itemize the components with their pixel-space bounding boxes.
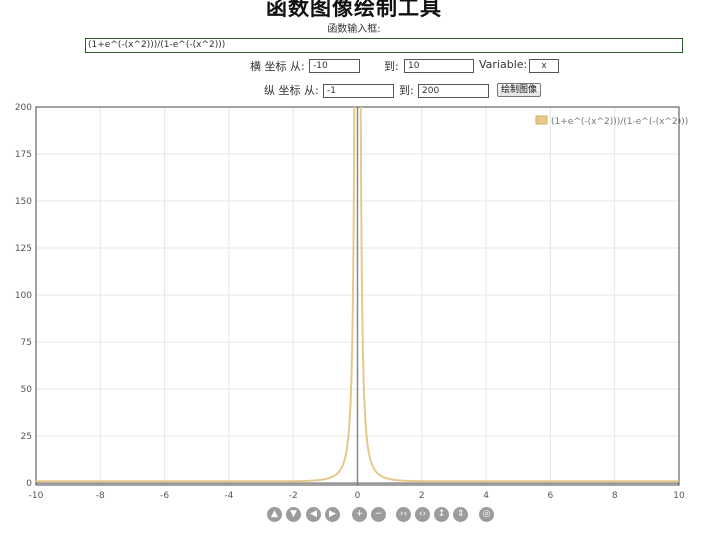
- x-range-label: 横 坐标 从:: [250, 60, 305, 73]
- zoom-in-icon[interactable]: +: [352, 507, 367, 522]
- zoom-out-icon[interactable]: −: [371, 507, 386, 522]
- x-tick-label: 6: [548, 491, 554, 501]
- x-tick-label: -4: [224, 491, 233, 501]
- x-tick-label: -8: [96, 491, 105, 501]
- y-tick-label: 0: [26, 479, 32, 489]
- y-tick-label: 125: [15, 244, 32, 254]
- zoom-x-in-icon[interactable]: ›‹: [396, 507, 411, 522]
- reset-icon[interactable]: ◎: [479, 507, 494, 522]
- zoom-y-in-icon[interactable]: ↕: [434, 507, 449, 522]
- y-from-input[interactable]: [323, 84, 394, 98]
- x-tick-label: 4: [483, 491, 489, 501]
- y-tick-label: 25: [21, 432, 32, 442]
- y-tick-label: 100: [15, 291, 32, 301]
- variable-label: Variable:: [479, 58, 528, 71]
- function-input[interactable]: [85, 38, 683, 53]
- series-curve-right: [359, 107, 679, 483]
- y-tick-label: 175: [15, 150, 32, 160]
- pan-down-icon[interactable]: ▼: [286, 507, 301, 522]
- y-to-label: 到:: [399, 84, 414, 97]
- x-tick-label: 8: [612, 491, 618, 501]
- y-to-input[interactable]: [418, 84, 489, 98]
- draw-graph-button[interactable]: 绘制图像: [497, 83, 542, 97]
- pan-right-icon[interactable]: ▶: [325, 507, 340, 522]
- page-title: 函数图像绘制工具: [266, 0, 442, 20]
- legend-swatch: [535, 115, 548, 125]
- variable-input[interactable]: [529, 59, 559, 73]
- x-from-input[interactable]: [309, 59, 360, 73]
- x-tick-label: 10: [673, 491, 685, 501]
- function-plot[interactable]: -10 -8 -6 -4 -2 0 2 4 6 8 100255075100125150175200…: [0, 100, 708, 506]
- x-to-input[interactable]: [404, 59, 474, 73]
- function-input-label: 函数输入框:: [327, 24, 381, 35]
- x-tick-label: 2: [419, 491, 425, 501]
- legend-label: (1+e^(-(x^2)))/(1-e^(-(x^2))): [551, 117, 688, 127]
- x-tick-label: -2: [289, 491, 298, 501]
- x-tick-label: -10: [29, 491, 44, 501]
- y-tick-label: 50: [21, 385, 33, 395]
- series-curve-left: [36, 107, 356, 483]
- y-tick-label: 200: [15, 103, 32, 113]
- zoom-x-out-icon[interactable]: ‹›: [415, 507, 430, 522]
- x-tick-label: 0: [355, 491, 361, 501]
- pan-left-icon[interactable]: ◀: [306, 507, 321, 522]
- y-range-label: 纵 坐标 从:: [264, 84, 319, 97]
- x-to-label: 到:: [384, 60, 399, 73]
- x-tick-label: -6: [160, 491, 169, 501]
- y-tick-label: 150: [15, 197, 32, 207]
- pan-up-icon[interactable]: ▲: [267, 507, 282, 522]
- y-tick-label: 75: [21, 338, 32, 348]
- zoom-y-out-icon[interactable]: ⇕: [453, 507, 468, 522]
